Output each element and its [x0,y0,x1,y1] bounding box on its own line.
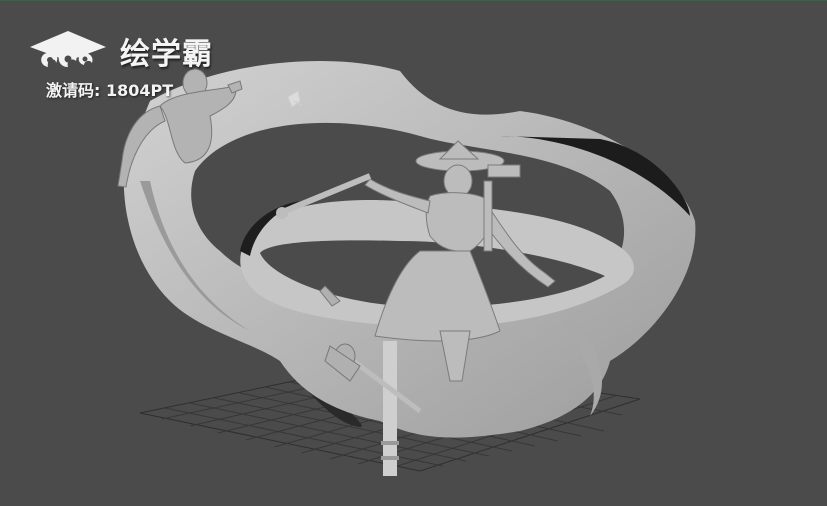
watermark: 绘学霸 激请码: 1804PT [26,27,246,107]
watermark-invite-code: 激请码: 1804PT [46,81,174,100]
stand-pole [383,341,397,476]
watermark-brand: 绘学霸 [120,37,213,72]
3d-viewport[interactable]: 绘学霸 激请码: 1804PT [0,0,827,506]
cloud-mortarboard-icon [30,31,106,67]
